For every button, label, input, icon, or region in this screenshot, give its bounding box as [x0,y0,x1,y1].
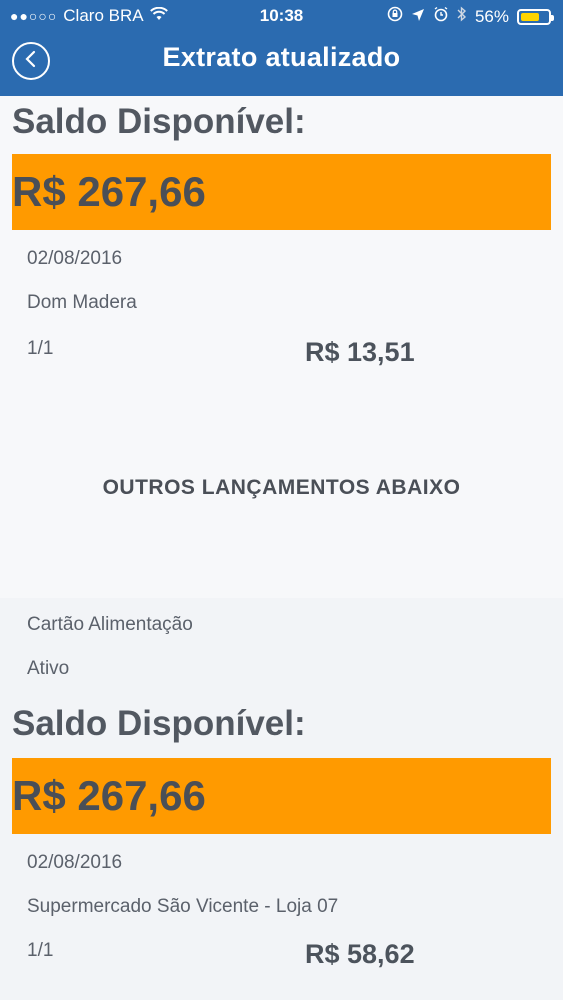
transaction-merchant: Supermercado São Vicente - Loja 07 [27,896,339,917]
page-title: Extrato atualizado [162,42,401,72]
transaction-date: 02/08/2016 [27,248,123,269]
rotation-lock-icon [387,6,403,27]
status-bar: ●●○○○ Claro BRA 10:38 56% [0,0,563,32]
transaction-amount: R$ 13,51 [305,337,415,367]
transaction-date: 02/08/2016 [27,852,123,873]
saldo-box: R$ 267,66 [12,154,551,230]
saldo-label: Saldo Disponível: [12,704,306,743]
transaction-amount: R$ 58,62 [305,939,415,969]
saldo-value: R$ 267,66 [12,772,206,819]
status-right: 56% [387,6,554,27]
bluetooth-icon [457,6,467,27]
location-arrow-icon [411,7,425,27]
saldo-box: R$ 267,66 [12,758,551,834]
saldo-value: R$ 267,66 [12,168,206,215]
battery-icon [517,8,554,25]
saldo-label: Saldo Disponível: [12,102,306,141]
card-type: Cartão Alimentação [27,614,193,635]
statement-panel-1: Saldo Disponível: R$ 267,66 02/08/2016 D… [0,96,563,598]
more-entries-notice: OUTROS LANÇAMENTOS ABAIXO [102,476,461,499]
card-status: Ativo [27,658,70,679]
transaction-installments: 1/1 [27,940,54,961]
top-bar: ●●○○○ Claro BRA 10:38 56% Extrato atuali… [0,0,563,96]
alarm-icon [433,6,449,27]
transaction-merchant: Dom Madera [27,292,137,313]
statement-content: Saldo Disponível: R$ 267,66 02/08/2016 D… [0,96,563,1000]
battery-percent: 56% [474,6,509,26]
transaction-installments: 1/1 [27,338,54,359]
navigation-bar: Extrato atualizado [0,32,563,92]
